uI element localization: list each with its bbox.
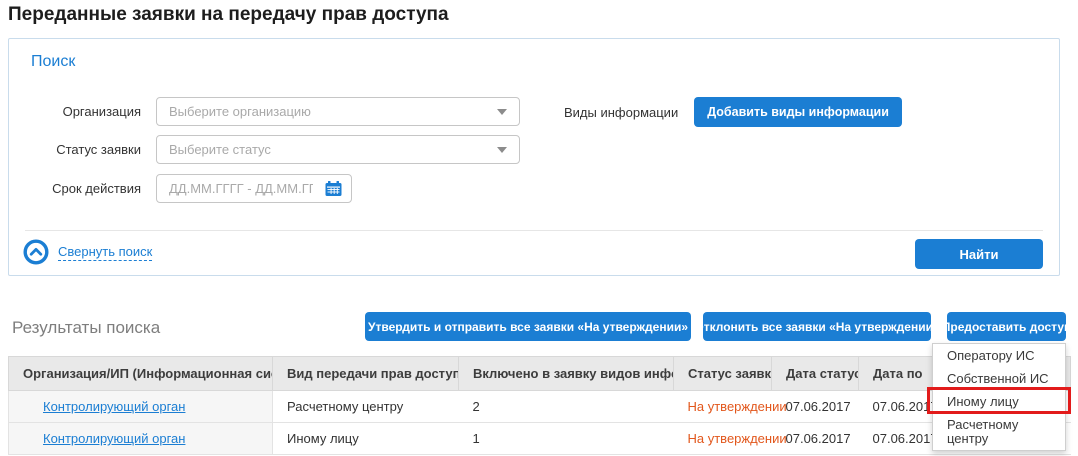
header-status-date: Дата статуса (772, 357, 859, 391)
results-table: Организация/ИП (Информационная система) … (8, 356, 1070, 455)
cell-organization: Контролирующий орган (9, 423, 273, 455)
period-row: Срок действия (9, 174, 352, 203)
collapse-search[interactable]: Свернуть поиск (23, 239, 152, 265)
search-panel: Поиск Организация Статус заявки Срок дей… (8, 38, 1060, 276)
grant-access-button[interactable]: Предоставить доступ (947, 312, 1066, 341)
header-organization: Организация/ИП (Информационная система) (9, 357, 273, 391)
table-header-row: Организация/ИП (Информационная система) … (9, 357, 1071, 391)
menu-item-own-is[interactable]: Собственной ИС (933, 367, 1065, 390)
organization-select[interactable] (156, 97, 520, 126)
organization-label: Организация (9, 104, 141, 119)
approve-all-button[interactable]: Утвердить и отправить все заявки «На утв… (365, 312, 691, 341)
period-date-range-input[interactable] (156, 174, 352, 203)
status-input[interactable] (167, 141, 487, 158)
menu-item-other-person[interactable]: Иному лицу (933, 390, 1065, 413)
page-title: Переданные заявки на передачу прав досту… (8, 4, 449, 26)
panel-divider (25, 230, 1043, 231)
cell-status: На утверждении (674, 423, 772, 455)
chevron-down-icon (497, 147, 507, 153)
cell-status: На утверждении (674, 391, 772, 423)
collapse-search-link[interactable]: Свернуть поиск (58, 244, 152, 261)
organization-row: Организация (9, 97, 520, 126)
header-transfer-type: Вид передачи прав доступа (273, 357, 459, 391)
table-row: Контролирующий орган Расчетному центру 2… (9, 391, 1071, 423)
cell-transfer-type: Иному лицу (273, 423, 459, 455)
results-title: Результаты поиска (12, 318, 160, 338)
status-label: Статус заявки (9, 142, 141, 157)
add-info-types-button[interactable]: Добавить виды информации (694, 97, 902, 127)
status-select[interactable] (156, 135, 520, 164)
cell-transfer-type: Расчетному центру (273, 391, 459, 423)
menu-item-settlement-center[interactable]: Расчетному центру (933, 413, 1065, 450)
info-types-label: Виды информации (564, 105, 678, 120)
organization-link[interactable]: Контролирующий орган (43, 431, 185, 446)
page: Переданные заявки на передачу прав досту… (0, 0, 1078, 456)
table-row: Контролирующий орган Иному лицу 1 На утв… (9, 423, 1071, 455)
organization-input[interactable] (167, 103, 487, 120)
period-input[interactable] (167, 180, 315, 197)
decline-all-button[interactable]: Отклонить все заявки «На утверждении» (703, 312, 931, 341)
search-panel-title: Поиск (31, 53, 75, 71)
find-button[interactable]: Найти (915, 239, 1043, 269)
collapse-circle-up-icon[interactable] (23, 239, 49, 265)
cell-info-count: 1 (459, 423, 674, 455)
header-status: Статус заявки (674, 357, 772, 391)
organization-link[interactable]: Контролирующий орган (43, 399, 185, 414)
header-info-count: Включено в заявку видов информации (459, 357, 674, 391)
calendar-icon[interactable] (325, 181, 342, 197)
grant-access-menu: Оператору ИС Собственной ИС Иному лицу Р… (932, 343, 1066, 451)
status-row: Статус заявки (9, 135, 520, 164)
cell-organization: Контролирующий орган (9, 391, 273, 423)
chevron-down-icon (497, 109, 507, 115)
period-label: Срок действия (9, 181, 141, 196)
info-types-row: Виды информации Добавить виды информации (564, 97, 902, 127)
cell-info-count: 2 (459, 391, 674, 423)
menu-item-operator-is[interactable]: Оператору ИС (933, 344, 1065, 367)
